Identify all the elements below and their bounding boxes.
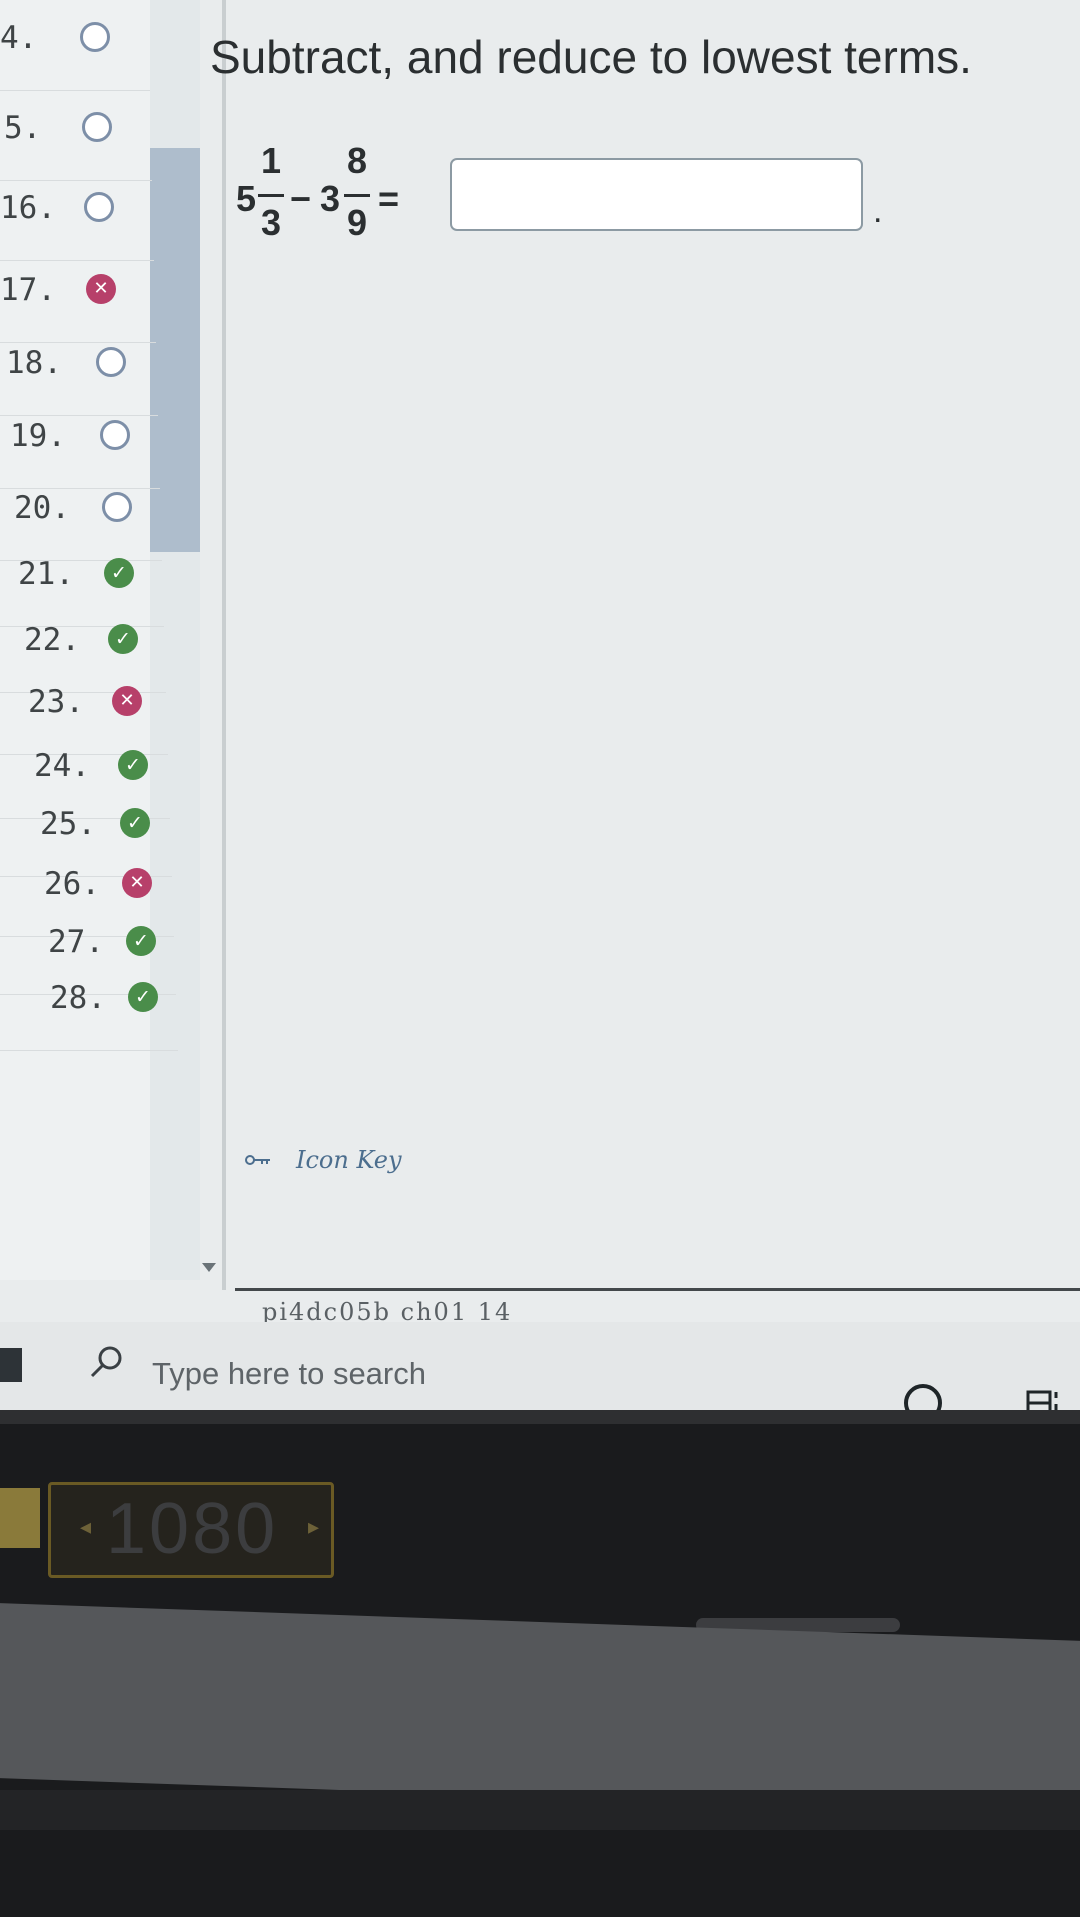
- term1-denominator: 3: [260, 202, 282, 243]
- question-number: 25.: [40, 806, 96, 842]
- term2-whole: 3: [320, 178, 341, 219]
- question-number: 20.: [14, 490, 70, 526]
- laptop-edge: [0, 1790, 1080, 1830]
- term1-fraction-bar: [258, 194, 284, 197]
- windows-start-icon[interactable]: [0, 1348, 22, 1382]
- sidebar-question-row[interactable]: 5.: [0, 96, 152, 181]
- icon-key-label: Icon Key: [296, 1146, 402, 1174]
- sidebar-question-row[interactable]: 16.: [0, 176, 154, 261]
- check-circle-icon: [118, 750, 148, 780]
- term2-denominator: 9: [346, 202, 368, 243]
- resolution-label: 1080: [106, 1489, 279, 1569]
- cortana-icon[interactable]: [904, 1384, 942, 1410]
- check-circle-icon: [126, 926, 156, 956]
- question-number: 24.: [34, 748, 90, 784]
- question-instruction: Subtract, and reduce to lowest terms.: [210, 31, 972, 83]
- content-divider: [235, 1288, 1080, 1291]
- x-circle-icon: [122, 868, 152, 898]
- sidebar-divider: [222, 0, 226, 1290]
- x-circle-icon: [112, 686, 142, 716]
- check-circle-icon: [104, 558, 134, 588]
- caret-down-icon[interactable]: [202, 1263, 216, 1272]
- key-icon: [245, 1155, 270, 1165]
- resolution-left-arrow: ◂: [80, 1514, 92, 1539]
- resolution-right-arrow: ▸: [308, 1514, 320, 1539]
- term1-whole: 5: [236, 178, 257, 219]
- x-circle-icon: [86, 274, 116, 304]
- sidebar-question-row[interactable]: 28.: [0, 966, 178, 1051]
- question-number: 18.: [6, 345, 62, 381]
- task-view-icon[interactable]: [1026, 1388, 1060, 1410]
- question-number: 21.: [18, 556, 74, 592]
- question-number: 23.: [28, 684, 84, 720]
- question-number: 27.: [48, 924, 104, 960]
- empty-circle-icon: [96, 347, 126, 377]
- sidebar-question-row[interactable]: 4.: [0, 6, 150, 91]
- equals-sign: =: [378, 178, 400, 219]
- screen: 4.5.16.17.18.19.20.21.22.23.24.25.26.27.…: [0, 0, 1080, 1410]
- question-number: 5.: [4, 110, 42, 146]
- question-number: 28.: [50, 980, 106, 1016]
- taskbar-search-input[interactable]: Type here to search: [152, 1356, 426, 1392]
- term2-fraction-bar: [344, 194, 370, 197]
- monitor-bezel: [0, 1410, 1080, 1424]
- answer-input[interactable]: [450, 158, 863, 231]
- monitor-logo: [0, 1488, 40, 1548]
- answer-period: .: [873, 192, 883, 230]
- empty-circle-icon: [80, 22, 110, 52]
- search-icon[interactable]: [86, 1342, 126, 1382]
- check-circle-icon: [128, 982, 158, 1012]
- empty-circle-icon: [82, 112, 112, 142]
- empty-circle-icon: [100, 420, 130, 450]
- question-number: 19.: [10, 418, 66, 454]
- empty-circle-icon: [84, 192, 114, 222]
- term2-numerator: 8: [346, 140, 368, 181]
- check-circle-icon: [120, 808, 150, 838]
- empty-circle-icon: [102, 492, 132, 522]
- laptop-keyboard-deck: [0, 1601, 1080, 1818]
- question-number: 26.: [44, 866, 100, 902]
- question-number: 17.: [0, 272, 56, 308]
- term1-numerator: 1: [260, 140, 282, 181]
- question-number: 4.: [0, 20, 38, 56]
- minus-sign: −: [290, 178, 312, 219]
- question-number: 22.: [24, 622, 80, 658]
- windows-taskbar: Type here to search: [0, 1322, 1080, 1410]
- question-number: 16.: [0, 190, 56, 226]
- check-circle-icon: [108, 624, 138, 654]
